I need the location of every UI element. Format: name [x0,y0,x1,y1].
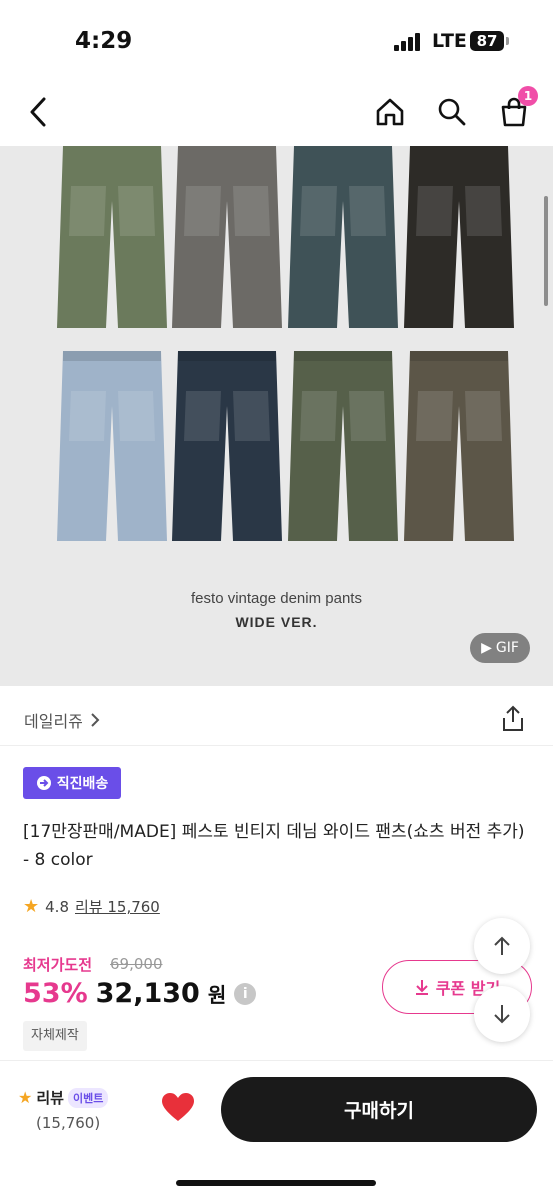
network-type: LTE [432,30,467,52]
cart-count-badge: 1 [518,86,538,106]
jeans-item [57,351,167,541]
back-arrow-icon [30,97,46,127]
scroll-bottom-button[interactable] [474,986,530,1042]
scroll-indicator [544,196,548,306]
nav-bar: 1 [0,80,553,146]
product-title: [17만장판매/MADE] 페스토 빈티지 데님 와이드 팬츠(쇼츠 버전 추가… [23,822,525,870]
info-icon[interactable]: i [234,982,257,1005]
arrow-down-icon [494,1005,510,1024]
jeans-item [172,146,282,328]
star-icon: ★ [18,1088,33,1107]
chevron-right-icon [91,713,100,727]
scroll-top-button[interactable] [474,918,530,974]
brand-name: 데일리쥬 [24,712,83,731]
jeans-item [57,146,167,328]
event-badge: 이벤트 [67,1087,109,1108]
home-indicator [176,1180,376,1186]
status-bar: 4:29 LTE 87 [0,0,553,80]
made-tag: 자체제작 [23,1021,87,1051]
review-count: (15,760) [36,1114,101,1132]
cart-button[interactable]: 1 [494,86,538,132]
gif-play-button[interactable]: ▶ GIF [470,633,530,663]
jeans-item [288,351,398,541]
wishlist-button[interactable] [160,1091,200,1127]
home-icon [376,98,404,126]
image-caption-subtitle: WIDE VER. [235,614,318,630]
image-caption: festo vintage denim pants [191,590,362,607]
deal-label: 최저가도전 [23,956,93,974]
arrow-up-icon [494,936,510,955]
brand-row: 데일리쥬 [0,688,553,746]
rating-value: 4.8 [45,897,69,916]
jeans-item [288,146,398,328]
review-summary[interactable]: ★ 리뷰 이벤트 (15,760) [18,1087,128,1132]
signal-icon [394,33,422,51]
direct-shipping-badge: 직진배송 [23,767,121,799]
shipping-icon [36,776,51,790]
currency: 원 [207,983,227,1007]
review-link[interactable]: 리뷰 15,760 [75,896,160,917]
price-row: 53% 32,130 원 i [23,978,257,1009]
share-button[interactable] [500,704,526,732]
home-button[interactable] [370,92,410,132]
original-price: 69,000 [110,955,163,973]
brand-link[interactable]: 데일리쥬 [24,708,101,732]
back-button[interactable] [18,92,58,132]
play-icon: ▶ [481,640,492,656]
bottom-action-bar: ★ 리뷰 이벤트 (15,760) 구매하기 [0,1060,553,1200]
sale-price: 32,130 [95,978,200,1009]
discount-rate: 53% [23,978,88,1009]
buy-button[interactable]: 구매하기 [221,1077,537,1142]
star-icon: ★ [23,896,40,917]
shipping-badge-label: 직진배송 [56,776,109,792]
heart-icon [162,1093,194,1121]
battery-icon: 87 [470,31,504,51]
status-time: 4:29 [75,28,133,54]
search-button[interactable] [432,92,472,132]
download-icon [415,980,428,995]
jeans-item [404,351,514,541]
review-label: 리뷰 [36,1089,64,1107]
search-icon [438,98,466,126]
rating-row: ★ 4.8 리뷰 15,760 [23,896,160,917]
battery-cap [506,37,509,45]
jeans-item [404,146,514,328]
jeans-item [172,351,282,541]
gif-label: GIF [495,640,519,656]
share-icon [503,705,523,731]
